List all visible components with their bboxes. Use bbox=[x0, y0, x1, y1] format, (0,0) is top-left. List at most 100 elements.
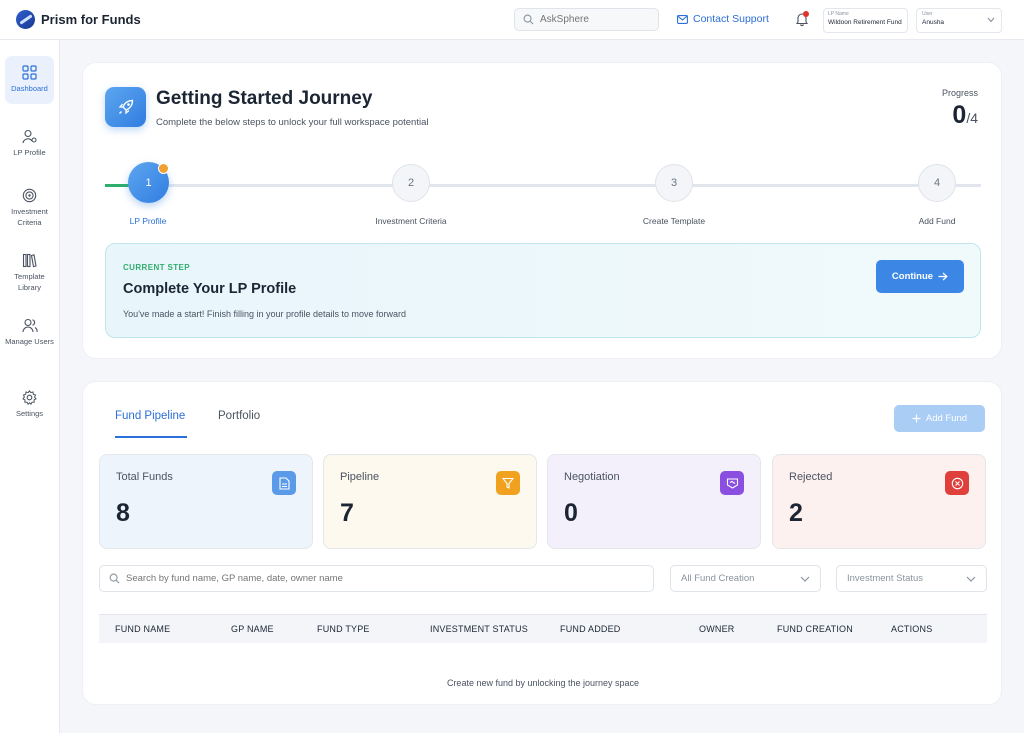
ask-search-input[interactable] bbox=[540, 14, 650, 25]
sidebar-item-manage-users[interactable]: Manage Users bbox=[5, 318, 54, 348]
sidebar-item-investment-criteria[interactable]: Investment Criteria bbox=[5, 188, 54, 228]
sidebar-item-lp-profile[interactable]: LP Profile bbox=[5, 129, 54, 159]
stat-value: 0 bbox=[564, 499, 578, 527]
document-icon bbox=[272, 471, 296, 495]
sidebar: Dashboard LP Profile Investment Criteria… bbox=[0, 40, 60, 733]
fund-creation-value: All Fund Creation bbox=[681, 573, 755, 584]
stat-label: Pipeline bbox=[340, 471, 380, 483]
sidebar-item-label: LP Profile bbox=[13, 148, 46, 157]
lp-name-value: Wildoon Retirement Fund bbox=[828, 19, 902, 26]
rocket-icon-badge bbox=[105, 87, 146, 127]
stat-label: Rejected bbox=[789, 471, 833, 483]
logo-icon bbox=[16, 10, 35, 29]
column-header[interactable]: OWNER bbox=[699, 624, 735, 634]
search-icon bbox=[109, 573, 120, 584]
user-settings-icon bbox=[22, 129, 37, 144]
chevron-down-icon bbox=[800, 576, 810, 582]
fund-creation-dropdown[interactable]: All Fund Creation bbox=[670, 565, 821, 592]
notification-badge bbox=[803, 11, 809, 17]
current-step-description: You've made a start! Finish filling in y… bbox=[123, 309, 407, 319]
step-4-label: Add Fund bbox=[918, 216, 956, 226]
step-3-circle[interactable]: 3 bbox=[655, 164, 693, 202]
user-label: User bbox=[922, 11, 933, 17]
sidebar-item-template-library[interactable]: Template Library bbox=[5, 253, 54, 293]
journey-subtitle: Complete the below steps to unlock your … bbox=[156, 117, 429, 128]
plus-icon bbox=[912, 414, 921, 423]
gear-icon bbox=[22, 390, 37, 405]
step-1-label: LP Profile bbox=[129, 216, 167, 226]
sidebar-item-label: Dashboard bbox=[11, 84, 48, 93]
search-icon bbox=[523, 14, 534, 25]
step-3-label: Create Template bbox=[642, 216, 706, 226]
column-header[interactable]: FUND ADDED bbox=[560, 624, 621, 634]
stat-value: 8 bbox=[116, 499, 130, 527]
steps-track bbox=[105, 184, 981, 187]
continue-button-label: Continue bbox=[891, 271, 934, 282]
column-header[interactable]: FUND CREATION bbox=[777, 624, 853, 634]
arrow-right-icon bbox=[938, 272, 948, 281]
library-icon bbox=[22, 253, 37, 268]
stat-label: Negotiation bbox=[564, 471, 620, 483]
step-2-circle[interactable]: 2 bbox=[392, 164, 430, 202]
users-icon bbox=[21, 318, 38, 333]
add-fund-label: Add Fund bbox=[925, 413, 968, 424]
ask-search-box[interactable] bbox=[514, 8, 659, 31]
sidebar-item-label: Template Library bbox=[14, 272, 45, 292]
stat-label: Total Funds bbox=[116, 471, 173, 483]
sidebar-item-dashboard[interactable]: Dashboard bbox=[5, 56, 54, 104]
stat-total-funds: Total Funds 8 bbox=[99, 454, 313, 549]
contact-support-link[interactable]: Contact Support bbox=[677, 13, 769, 25]
user-selector[interactable]: User Anusha bbox=[916, 8, 1002, 33]
chevron-down-icon bbox=[987, 17, 995, 23]
fund-search-box[interactable] bbox=[99, 565, 654, 592]
sidebar-item-label: Settings bbox=[15, 409, 44, 418]
continue-button[interactable]: Continue bbox=[876, 260, 964, 293]
close-circle-icon bbox=[945, 471, 969, 495]
progress-value: 0/4 bbox=[952, 101, 978, 130]
add-fund-button[interactable]: Add Fund bbox=[894, 405, 985, 432]
chevron-down-icon bbox=[966, 576, 976, 582]
column-header[interactable]: FUND NAME bbox=[115, 624, 170, 634]
current-step-panel: CURRENT STEP Complete Your LP Profile Yo… bbox=[105, 243, 981, 338]
progress-done: 0 bbox=[952, 101, 967, 129]
active-tab-underline bbox=[115, 436, 187, 438]
funds-table-header: FUND NAME GP NAME FUND TYPE INVESTMENT S… bbox=[99, 614, 987, 643]
lp-name-label: LP Name bbox=[828, 11, 849, 17]
column-header[interactable]: ACTIONS bbox=[891, 624, 932, 634]
progress-label: Progress bbox=[941, 88, 978, 98]
current-step-tag: CURRENT STEP bbox=[123, 263, 191, 272]
tab-fund-pipeline[interactable]: Fund Pipeline bbox=[115, 410, 185, 422]
stat-negotiation: Negotiation 0 bbox=[547, 454, 761, 549]
fund-pipeline-card: Fund Pipeline Portfolio Add Fund Total F… bbox=[82, 381, 1002, 705]
user-value: Anusha bbox=[922, 19, 945, 26]
column-header[interactable]: INVESTMENT STATUS bbox=[430, 624, 528, 634]
stat-value: 2 bbox=[789, 499, 803, 527]
top-bar: Prism for Funds Contact Support LP Name … bbox=[0, 0, 1024, 40]
step-1-indicator-dot bbox=[158, 163, 169, 174]
investment-status-dropdown[interactable]: Investment Status bbox=[836, 565, 987, 592]
stat-value: 7 bbox=[340, 499, 354, 527]
tab-portfolio[interactable]: Portfolio bbox=[218, 410, 260, 422]
target-icon bbox=[22, 188, 37, 203]
handshake-icon bbox=[720, 471, 744, 495]
stat-pipeline: Pipeline 7 bbox=[323, 454, 537, 549]
step-2-label: Investment Criteria bbox=[375, 216, 447, 226]
sidebar-item-label: Investment Criteria bbox=[11, 207, 48, 227]
step-4-circle[interactable]: 4 bbox=[918, 164, 956, 202]
stat-rejected: Rejected 2 bbox=[772, 454, 986, 549]
filter-icon bbox=[496, 471, 520, 495]
column-header[interactable]: FUND TYPE bbox=[317, 624, 370, 634]
grid-icon bbox=[22, 65, 37, 80]
getting-started-card: Getting Started Journey Complete the bel… bbox=[82, 62, 1002, 359]
fund-search-input[interactable] bbox=[126, 573, 626, 584]
rocket-icon bbox=[118, 99, 133, 115]
contact-support-label: Contact Support bbox=[693, 13, 769, 25]
column-header[interactable]: GP NAME bbox=[231, 624, 274, 634]
app-logo[interactable]: Prism for Funds bbox=[16, 10, 141, 29]
lp-name-selector[interactable]: LP Name Wildoon Retirement Fund bbox=[823, 8, 908, 33]
app-name: Prism for Funds bbox=[41, 12, 141, 27]
investment-status-value: Investment Status bbox=[847, 573, 924, 584]
mail-icon bbox=[677, 14, 688, 24]
current-step-title: Complete Your LP Profile bbox=[123, 281, 297, 297]
sidebar-item-settings[interactable]: Settings bbox=[5, 390, 54, 420]
